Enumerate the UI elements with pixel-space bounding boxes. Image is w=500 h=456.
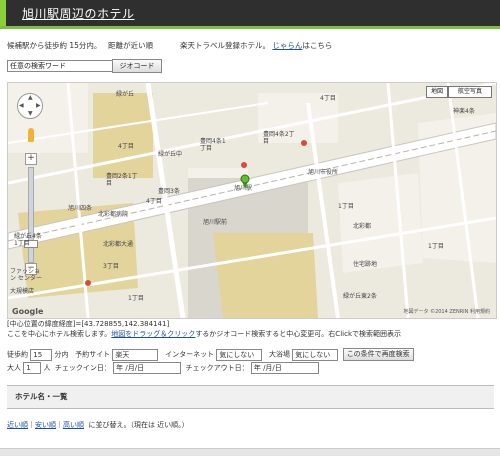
map-label: 3丁目 xyxy=(103,263,119,270)
park-block-south xyxy=(213,233,318,318)
checkout-date-input[interactable]: 年 /月/日 xyxy=(250,362,319,374)
research-button[interactable]: この条件で再度検索 xyxy=(342,348,414,361)
search-input[interactable]: 任意の検索ワード xyxy=(7,60,113,72)
center-marker-head xyxy=(240,174,250,184)
map-label: 神楽4条 xyxy=(453,108,475,115)
map-label: 4丁目 xyxy=(146,198,162,205)
map-label: 緑が丘東2条 xyxy=(343,293,377,300)
map-label: 住宅跡地 xyxy=(353,261,378,268)
map-label: 4丁目 xyxy=(320,95,336,102)
map-label: 緑が丘4条1丁目 xyxy=(14,233,42,247)
center-instructions-suffix: するかジオコード検索すると中心変更可。右Clickで検索範囲表示 xyxy=(195,330,401,338)
map-label: 旭川駅前 xyxy=(203,219,228,226)
bath-label: 大浴場 xyxy=(269,350,290,359)
map-label: 1丁目 xyxy=(128,295,144,302)
map-label: 緑が丘 xyxy=(116,91,135,98)
map-label: 4丁目 xyxy=(118,143,134,150)
zoom-in-button[interactable]: + xyxy=(25,153,37,165)
street-view-pegman-icon[interactable] xyxy=(28,128,34,142)
map-label: 北彩都大通 xyxy=(103,241,134,248)
pan-control[interactable]: ▲ ▼ ◀ ▶ xyxy=(17,93,43,119)
bath-select[interactable]: 気にしない xyxy=(292,348,339,361)
pan-left-icon[interactable]: ◀ xyxy=(19,102,24,109)
checkout-label: チェックアウト日： xyxy=(185,364,249,372)
geocode-button[interactable]: ジオコード xyxy=(112,59,162,73)
walk-unit: 分内 xyxy=(54,350,69,359)
map-type-roadmap-button[interactable]: 地図 xyxy=(426,86,448,98)
map-view[interactable]: 地図 航空写真 ▲ ▼ ◀ ▶ + − 緑が丘 4丁目 4丁目 緑が丘中 豊岡4… xyxy=(7,82,497,319)
map-type-satellite-button[interactable]: 航空写真 xyxy=(448,86,492,98)
adults-select[interactable]: 1 xyxy=(23,362,42,374)
map-label: 1丁目 xyxy=(338,203,354,210)
net-label: インターネット xyxy=(165,350,215,359)
radius-info: 候補駅から徒歩約 15分内。 xyxy=(7,41,102,50)
pan-right-icon[interactable]: ▶ xyxy=(36,102,41,109)
checkin-date-input[interactable]: 年 /月/日 xyxy=(113,362,182,374)
page-title[interactable]: 旭川駅周辺のホテル xyxy=(22,5,135,22)
header-accent xyxy=(0,0,6,26)
map-label: 旭川市役所 xyxy=(308,169,339,176)
google-logo: Google xyxy=(12,307,44,316)
map-label: 旭川四条 xyxy=(68,205,93,212)
map-label: 北彩都病院 xyxy=(98,211,129,218)
block xyxy=(8,83,88,153)
map-copyright[interactable]: 地図データ ©2014 ZENRIN 利用規約 xyxy=(403,308,490,315)
rakuten-info: 楽天トラベル登録ホテル。 じゃらんはこちら xyxy=(180,40,332,51)
map-label: 北彩都 xyxy=(353,223,372,230)
hotel-list-title: ホテル名・一覧 xyxy=(15,392,68,401)
rakuten-text: 楽天トラベル登録ホテル。 xyxy=(180,41,270,50)
walk-time-select[interactable]: 15 xyxy=(30,348,53,361)
map-label: 豊岡4条1丁目 xyxy=(200,138,226,152)
map-label: 豊岡4条2丁目 xyxy=(263,131,295,145)
map-label: 緑が丘中 xyxy=(158,151,183,158)
center-instructions: ここを中心にホテル検索します。地図をドラッグ＆クリックするかジオコード検索すると… xyxy=(7,329,401,339)
pan-down-icon[interactable]: ▼ xyxy=(28,110,33,117)
center-coordinates: [中心位置の緯度経度]=[43.728855,142.384141] xyxy=(7,320,170,328)
sort-note: に並び替え。（現在は 近い順。） xyxy=(88,421,189,429)
walk-label: 徒歩約 xyxy=(7,350,28,359)
map-label: 豊岡2条1丁目 xyxy=(106,173,138,187)
map-label: 豊岡3条 xyxy=(158,188,180,195)
zoom-slider-track[interactable] xyxy=(28,167,34,263)
pan-up-icon[interactable]: ▲ xyxy=(28,94,33,101)
adults-unit: 人 xyxy=(43,364,51,372)
map-label: 大規模店 xyxy=(10,288,35,295)
checkin-label: チェックイン日： xyxy=(54,364,111,372)
map-label: 1丁目 xyxy=(428,243,444,250)
adults-label: 大人 xyxy=(7,364,21,372)
poi-marker xyxy=(301,140,307,146)
poi-marker xyxy=(85,280,91,286)
filter-row-1: 徒歩約 15 分内 予約サイト 楽天 インターネット 気にしない 大浴場 気にし… xyxy=(7,348,414,361)
sort-cheap-link[interactable]: 安い順 xyxy=(35,421,56,429)
block xyxy=(338,173,423,273)
map-label: ファッション センター xyxy=(10,268,42,282)
jalan-link[interactable]: じゃらん xyxy=(272,41,302,50)
sort-near-link[interactable]: 近い順 xyxy=(7,421,28,429)
sort-links: 近い順｜安い順｜高い順 に並び替え。（現在は 近い順。） xyxy=(7,421,189,429)
center-instructions-prefix: ここを中心にホテル検索します。 xyxy=(7,330,112,338)
poi-marker xyxy=(241,162,247,168)
sort-expensive-link[interactable]: 高い順 xyxy=(63,421,84,429)
jalan-suffix: はこちら xyxy=(302,41,333,50)
site-label: 予約サイト xyxy=(75,350,111,359)
drag-click-link[interactable]: 地図をドラッグ＆クリック xyxy=(111,330,195,338)
hotel-list-header: ホテル名・一覧 xyxy=(7,385,494,409)
site-select[interactable]: 楽天 xyxy=(112,348,159,361)
map-label: 旭川駅 xyxy=(234,185,253,192)
filter-row-2: 大人 1 人 チェックイン日： 年 /月/日 チェックアウト日： 年 /月/日 xyxy=(7,362,319,374)
sort-info: 距離が近い順 xyxy=(108,41,153,50)
page-header: 旭川駅周辺のホテル xyxy=(0,0,500,29)
internet-select[interactable]: 気にしない xyxy=(216,348,263,361)
map-canvas xyxy=(8,83,496,318)
